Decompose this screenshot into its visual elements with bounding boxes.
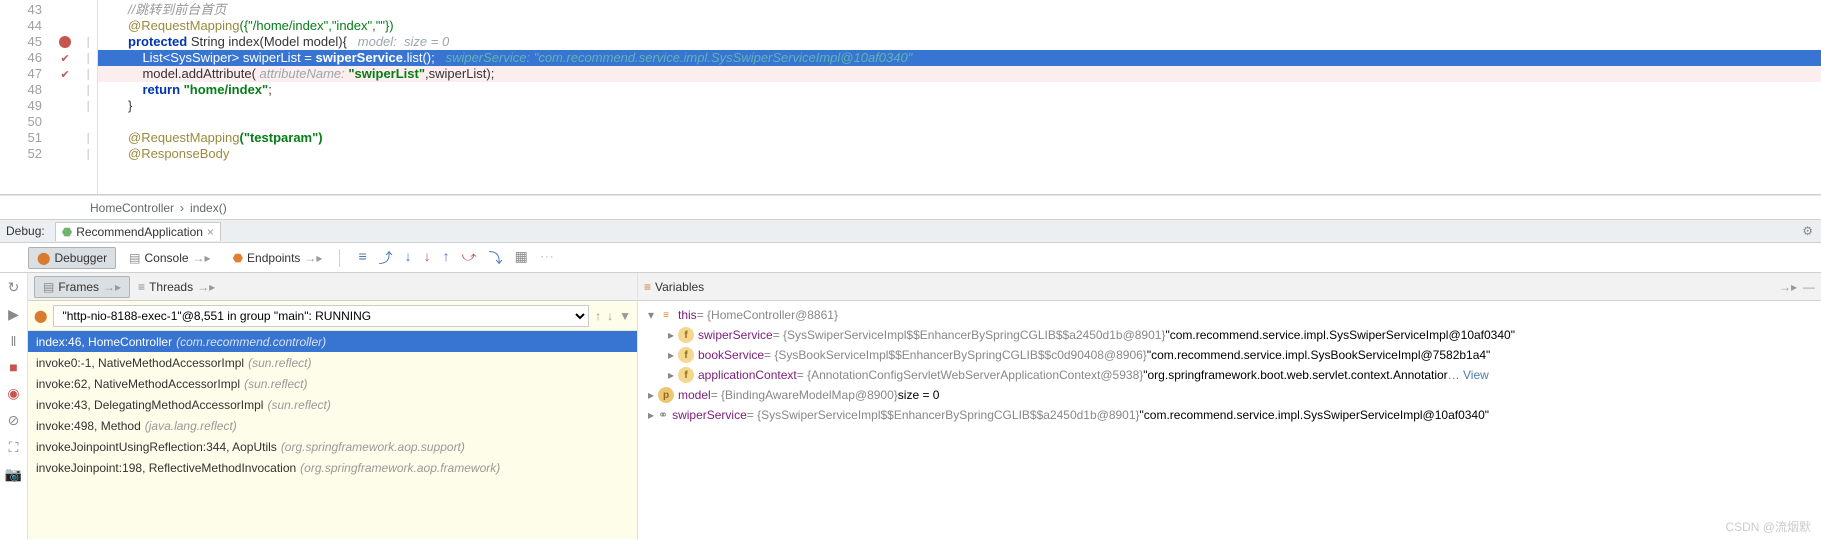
thread-selector-row: ⬤ "http-nio-8188-exec-1"@8,551 in group … bbox=[28, 301, 637, 331]
stop-icon[interactable]: ■ bbox=[9, 359, 17, 375]
prev-frame-icon[interactable]: ↑ bbox=[595, 309, 601, 323]
var-row[interactable]: ▸fswiperService = {SysSwiperServiceImpl$… bbox=[644, 325, 1815, 345]
thread-select[interactable]: "http-nio-8188-exec-1"@8,551 in group "m… bbox=[53, 305, 589, 327]
hide-icon[interactable]: — bbox=[1803, 280, 1815, 294]
drop-frame-icon[interactable]: ⤻ bbox=[462, 248, 477, 268]
fold-column: │││││││ bbox=[80, 0, 98, 194]
gutter-markers: ✔ ✔ bbox=[50, 0, 80, 194]
step-into-icon[interactable]: ↓ bbox=[405, 248, 412, 268]
frame-item[interactable]: index:46, HomeController (com.recommend.… bbox=[28, 331, 637, 352]
tab-threads[interactable]: ≡Threads→▸ bbox=[130, 277, 223, 297]
var-row[interactable]: ▸fbookService = {SysBookServiceImpl$$Enh… bbox=[644, 345, 1815, 365]
tab-endpoints[interactable]: ⬣Endpoints→▸ bbox=[224, 247, 332, 269]
check-icon: ✔ bbox=[60, 68, 69, 81]
frame-item[interactable]: invoke:62, NativeMethodAccessorImpl (sun… bbox=[28, 373, 637, 394]
debug-label: Debug: bbox=[6, 224, 45, 238]
breadcrumb-method[interactable]: index() bbox=[190, 201, 227, 215]
variables-icon: ≡ bbox=[644, 280, 651, 294]
frame-item[interactable]: invoke0:-1, NativeMethodAccessorImpl (su… bbox=[28, 352, 637, 373]
debug-lower: ↻ ▶ ‖ ■ ◉ ⊘ ⛶ 📷 ▤Frames→▸ ≡Threads→▸ ⬤ "… bbox=[0, 273, 1821, 539]
tab-debugger[interactable]: ⬤Debugger bbox=[28, 247, 116, 269]
minimize-icon[interactable]: →▸ bbox=[1779, 280, 1797, 294]
link-icon: ⚭ bbox=[658, 408, 668, 422]
tab-console[interactable]: ▤Console→▸ bbox=[120, 247, 219, 269]
filter-icon[interactable]: ▼ bbox=[619, 309, 631, 323]
debug-side-toolbar: ↻ ▶ ‖ ■ ◉ ⊘ ⛶ 📷 bbox=[0, 273, 28, 539]
run-to-cursor-icon[interactable]: ⤵ bbox=[489, 248, 503, 268]
stack-icon: ≡ bbox=[658, 307, 674, 323]
app-icon: ⬣ bbox=[62, 225, 72, 239]
pause-icon[interactable]: ‖ bbox=[11, 333, 17, 349]
close-icon[interactable]: × bbox=[207, 225, 214, 239]
gutter: 43444546474849505152 bbox=[0, 0, 50, 194]
next-frame-icon[interactable]: ↓ bbox=[607, 309, 613, 323]
step-out-icon[interactable]: ↑ bbox=[443, 248, 450, 268]
more-icon[interactable]: ⋯ bbox=[540, 248, 554, 268]
code-editor[interactable]: 43444546474849505152 ✔ ✔ │││││││ //跳转到前台… bbox=[0, 0, 1821, 195]
watermark: CSDN @流烟默 bbox=[1725, 518, 1811, 535]
comment: //跳转到前台首页 bbox=[128, 2, 226, 17]
param-icon: p bbox=[658, 387, 674, 403]
camera-icon[interactable]: 📷 bbox=[5, 466, 22, 483]
var-row[interactable]: ▸pmodel = {BindingAwareModelMap@8900} si… bbox=[644, 385, 1815, 405]
current-exec-line: List<SysSwiper> swiperList = swiperServi… bbox=[98, 50, 1821, 66]
debug-toolbar: Debug: ⬣ RecommendApplication × ⚙ bbox=[0, 219, 1821, 243]
field-icon: f bbox=[678, 347, 694, 363]
code-area[interactable]: //跳转到前台首页 @RequestMapping({"/home/index"… bbox=[98, 0, 1821, 194]
frame-list[interactable]: index:46, HomeController (com.recommend.… bbox=[28, 331, 637, 539]
breadcrumb-class[interactable]: HomeController bbox=[90, 201, 174, 215]
var-row[interactable]: ▸⚭swiperService = {SysSwiperServiceImpl$… bbox=[644, 405, 1815, 425]
field-icon: f bbox=[678, 327, 694, 343]
mute-breakpoints-icon[interactable]: ⊘ bbox=[8, 412, 20, 429]
view-breakpoints-icon[interactable]: ◉ bbox=[7, 385, 19, 402]
chevron-icon: › bbox=[180, 201, 184, 215]
breadcrumb[interactable]: HomeController › index() bbox=[0, 195, 1821, 219]
run-config-tab[interactable]: ⬣ RecommendApplication × bbox=[55, 222, 221, 241]
var-row[interactable]: ▾≡this = {HomeController@8861} bbox=[644, 305, 1815, 325]
rerun-icon[interactable]: ↻ bbox=[8, 279, 20, 296]
gear-icon[interactable]: ⚙ bbox=[1802, 224, 1813, 238]
check-icon: ✔ bbox=[60, 52, 69, 65]
layout-icon[interactable]: ⛶ bbox=[9, 439, 19, 456]
view-link[interactable]: … View bbox=[1448, 368, 1489, 382]
variables-panel: ≡ Variables →▸ — ▾≡this = {HomeController… bbox=[638, 273, 1821, 539]
frame-item[interactable]: invokeJoinpointUsingReflection:344, AopU… bbox=[28, 436, 637, 457]
field-icon: f bbox=[678, 367, 694, 383]
force-step-icon[interactable]: ↓ bbox=[424, 248, 431, 268]
variables-title: Variables bbox=[655, 280, 704, 294]
frame-item[interactable]: invoke:43, DelegatingMethodAccessorImpl … bbox=[28, 394, 637, 415]
thread-icon: ⬤ bbox=[34, 309, 47, 323]
resume-icon[interactable]: ▶ bbox=[8, 306, 19, 323]
evaluate-icon[interactable]: ▦ bbox=[515, 248, 528, 268]
step-over-icon[interactable]: ≡ bbox=[358, 248, 366, 268]
breakpoint-icon[interactable] bbox=[59, 36, 71, 48]
variables-list[interactable]: ▾≡this = {HomeController@8861} ▸fswiperS… bbox=[638, 301, 1821, 539]
frame-item[interactable]: invokeJoinpoint:198, ReflectiveMethodInv… bbox=[28, 457, 637, 478]
frames-panel: ▤Frames→▸ ≡Threads→▸ ⬤ "http-nio-8188-ex… bbox=[28, 273, 638, 539]
frame-item[interactable]: invoke:498, Method (java.lang.reflect) bbox=[28, 415, 637, 436]
tab-frames[interactable]: ▤Frames→▸ bbox=[34, 276, 130, 298]
step-icon[interactable]: ⤴ bbox=[379, 248, 393, 268]
var-row[interactable]: ▸fapplicationContext = {AnnotationConfig… bbox=[644, 365, 1815, 385]
debug-sub-toolbar: ⬤Debugger ▤Console→▸ ⬣Endpoints→▸ ≡ ⤴ ↓ … bbox=[0, 243, 1821, 273]
